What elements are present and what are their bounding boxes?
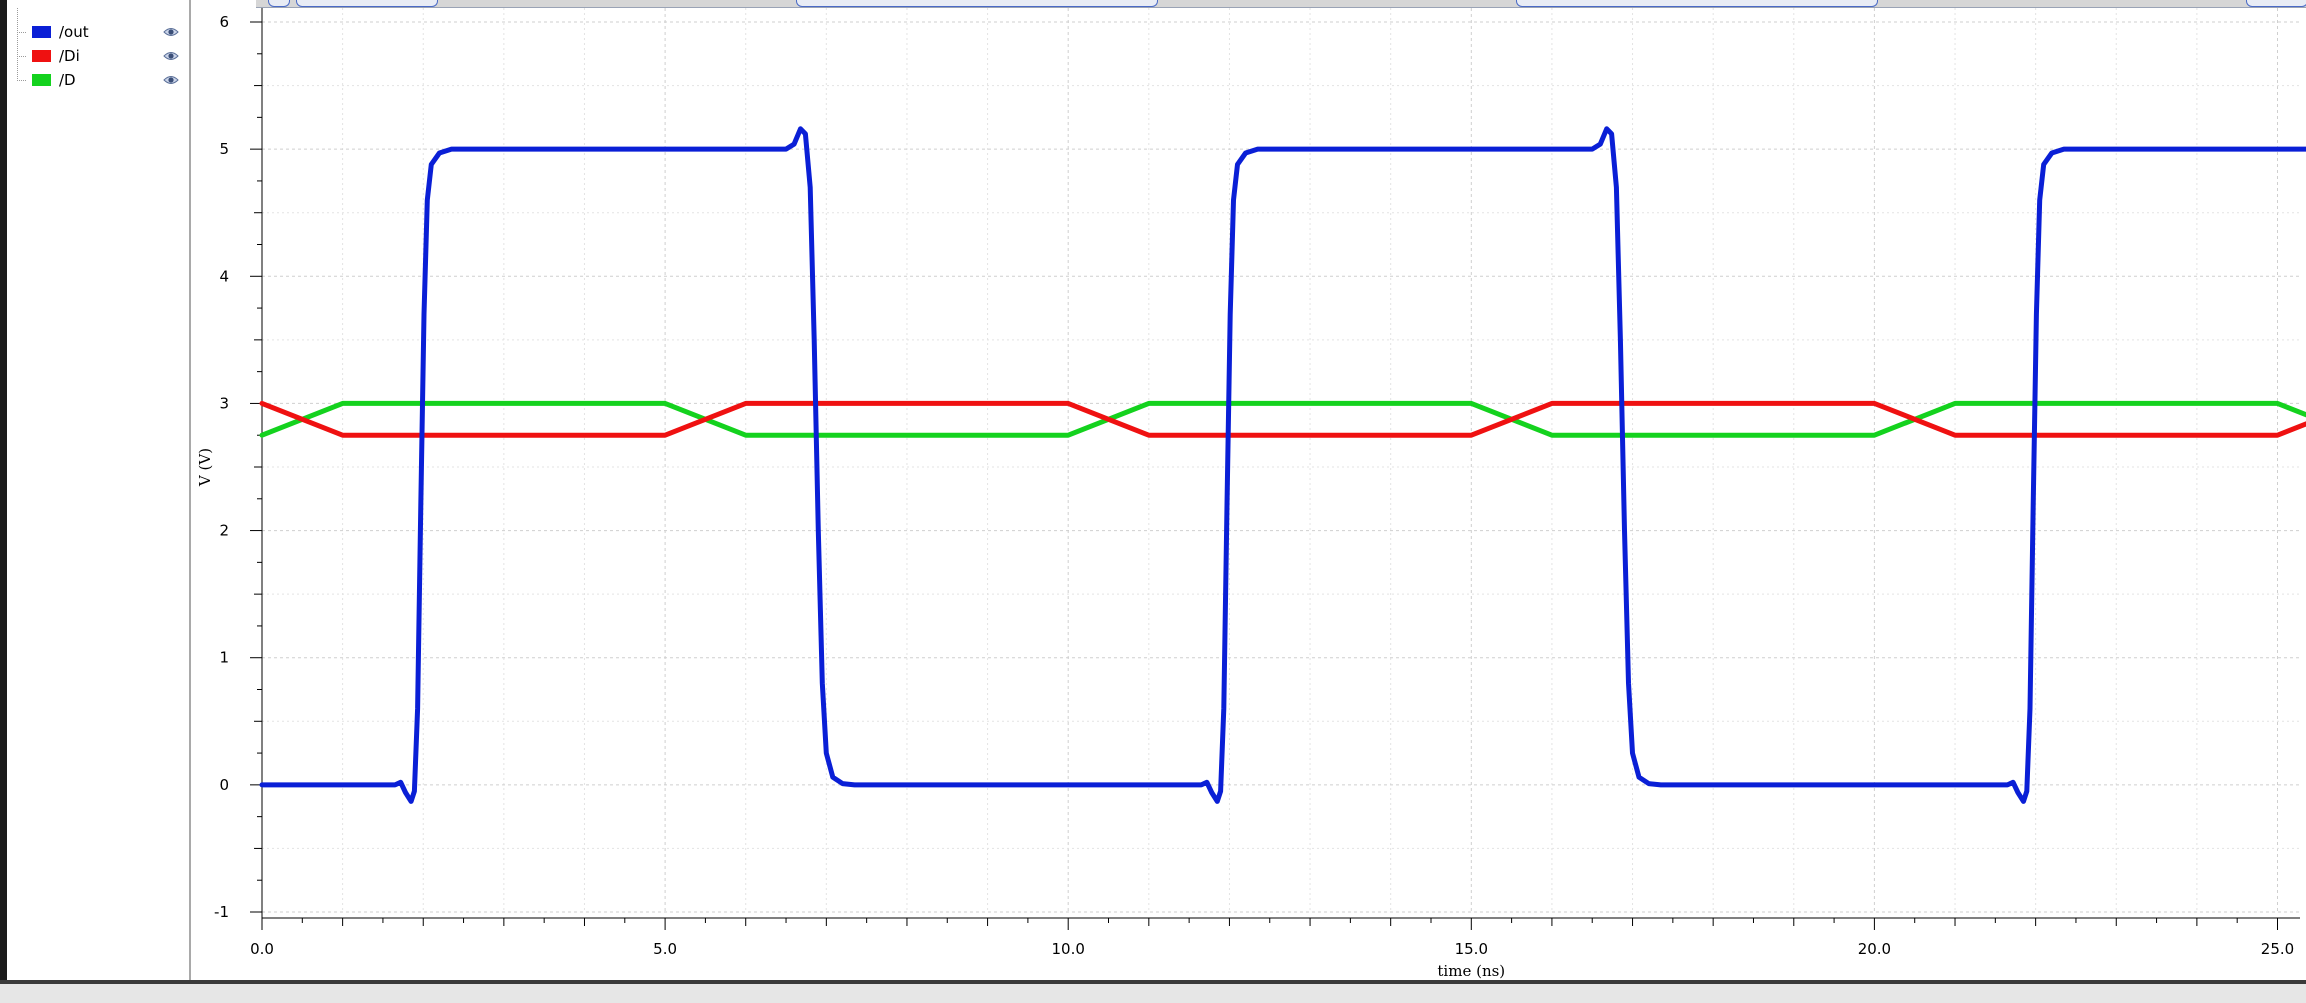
plot-area xyxy=(262,8,2300,912)
y-axis-title: V (V) xyxy=(196,448,214,487)
y-tick-label: 2 xyxy=(219,522,229,540)
x-tick-label: 10.0 xyxy=(1051,940,1084,958)
x-tick-label: 5.0 xyxy=(653,940,677,958)
y-tick-label: 6 xyxy=(219,13,229,31)
x-tick-label: 25.0 xyxy=(2261,940,2294,958)
x-tick-label: 0.0 xyxy=(250,940,274,958)
waveform-chart[interactable]: -1 0 1 2 3 4 5 6 0.0 5.0 10.0 15.0 20.0 25.0 time (ns… xyxy=(0,0,2306,980)
x-tick-label: 15.0 xyxy=(1455,940,1488,958)
x-axis-title: time (ns) xyxy=(1437,962,1505,980)
y-tick-label: 1 xyxy=(219,649,229,667)
y-tick-label: 3 xyxy=(219,394,229,412)
x-tick-label: 20.0 xyxy=(1858,940,1891,958)
y-tick-label: 4 xyxy=(219,267,229,285)
grid xyxy=(261,8,2300,913)
y-tick-label: -1 xyxy=(214,903,229,921)
y-tick-label: 5 xyxy=(219,140,229,158)
status-bar xyxy=(0,980,2306,1003)
y-tick-label: 0 xyxy=(219,776,229,794)
